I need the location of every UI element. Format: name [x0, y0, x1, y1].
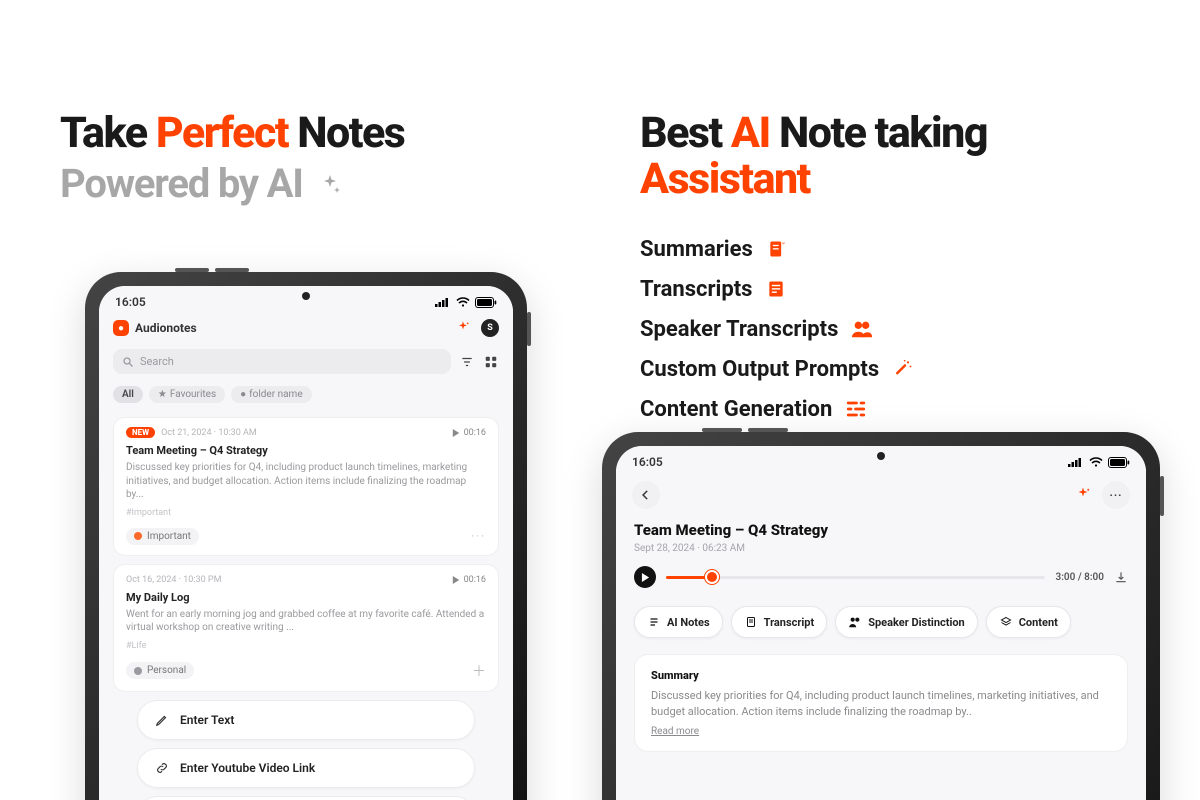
- wand-icon: [891, 357, 915, 381]
- note-body: Went for an early morning jog and grabbe…: [126, 608, 486, 635]
- chip-all[interactable]: All: [113, 386, 143, 403]
- play-button[interactable]: [634, 566, 656, 588]
- filter-icon[interactable]: [459, 354, 475, 370]
- action-upload-image[interactable]: Upload Image: [137, 796, 475, 800]
- app-brand: ● Audionotes: [113, 320, 197, 336]
- play-duration[interactable]: 00:16: [452, 575, 486, 585]
- audio-timestamp: 3:00 / 8:00: [1055, 572, 1104, 583]
- feature-content: Content Generation: [640, 397, 1200, 422]
- headline-right: Best AI Note taking: [640, 110, 1200, 156]
- note-title: My Daily Log: [126, 591, 486, 604]
- note-detail-title: Team Meeting – Q4 Strategy: [616, 517, 1146, 543]
- battery-icon: [475, 297, 497, 308]
- feature-list: Summaries Transcripts Speaker Transcript…: [640, 237, 1200, 422]
- note-tag[interactable]: Important: [126, 528, 199, 545]
- content-icon: [844, 397, 868, 421]
- subheadline-left: Powered by AI: [60, 160, 620, 207]
- headline-left: Take Perfect Notes: [60, 110, 620, 156]
- play-duration[interactable]: 00:16: [452, 428, 486, 438]
- folder-chip-icon: ●: [240, 389, 246, 400]
- headline-right-line2: Assistant: [640, 156, 1200, 202]
- tab-ai-notes[interactable]: AI Notes: [634, 606, 723, 638]
- note-body: Discussed key priorities for Q4, includi…: [126, 461, 486, 502]
- doc-icon: [744, 615, 758, 629]
- note-detail-date: Sept 28, 2024 · 06:23 AM: [616, 543, 1146, 554]
- sparkle-icon: [318, 173, 342, 197]
- summary-body: Discussed key priorities for Q4, includi…: [651, 688, 1111, 720]
- search-icon: [122, 356, 134, 368]
- new-badge: NEW: [126, 427, 155, 438]
- tab-transcript[interactable]: Transcript: [731, 606, 828, 638]
- wifi-icon: [456, 297, 470, 307]
- note-title: Team Meeting – Q4 Strategy: [126, 444, 486, 457]
- tab-speaker[interactable]: Speaker Distinction: [835, 606, 978, 638]
- feature-transcripts: Transcripts: [640, 277, 1200, 302]
- summary-heading: Summary: [651, 669, 1111, 682]
- note-card-1[interactable]: NEWOct 21, 2024 · 10:30 AM 00:16 Team Me…: [113, 417, 499, 556]
- action-enter-text[interactable]: Enter Text: [137, 700, 475, 740]
- stack-icon: [999, 615, 1013, 629]
- tablet-left: 16:05 ● Audionotes: [85, 272, 527, 800]
- read-more-link[interactable]: Read more: [651, 726, 699, 737]
- list-icon: [647, 615, 661, 629]
- summary-icon: [765, 237, 789, 261]
- sparkle-header-icon[interactable]: [455, 320, 471, 336]
- summary-card: Summary Discussed key priorities for Q4,…: [634, 654, 1128, 752]
- grid-view-icon[interactable]: [483, 354, 499, 370]
- chip-favourites[interactable]: ★Favourites: [149, 386, 225, 403]
- feature-speaker: Speaker Transcripts: [640, 317, 1200, 342]
- more-button[interactable]: ···: [1102, 481, 1130, 509]
- more-icon[interactable]: ···: [471, 530, 486, 543]
- note-hashtag: #Important: [126, 508, 486, 518]
- action-youtube[interactable]: Enter Youtube Video Link: [137, 748, 475, 788]
- note-card-2[interactable]: Oct 16, 2024 · 10:30 PM 00:16 My Daily L…: [113, 564, 499, 692]
- signal-icon: [435, 297, 451, 307]
- user-avatar[interactable]: S: [481, 319, 499, 337]
- feature-prompts: Custom Output Prompts: [640, 357, 1200, 382]
- link-icon: [154, 760, 170, 776]
- chip-folder[interactable]: ●folder name: [231, 386, 312, 403]
- add-icon[interactable]: ＋: [472, 661, 486, 681]
- audio-track[interactable]: [666, 576, 1045, 579]
- sparkle-header-icon[interactable]: [1074, 486, 1092, 504]
- pencil-icon: [154, 712, 170, 728]
- status-time: 16:05: [632, 455, 663, 469]
- feature-summaries: Summaries: [640, 237, 1200, 262]
- wifi-icon: [1089, 457, 1103, 467]
- people-icon: [848, 615, 862, 629]
- app-logo-icon: ●: [113, 320, 129, 336]
- tab-content[interactable]: Content: [986, 606, 1071, 638]
- tablet-right: 16:05 ··· Team M: [602, 432, 1160, 800]
- signal-icon: [1068, 457, 1084, 467]
- speakers-icon: [850, 317, 874, 341]
- star-icon: ★: [158, 389, 167, 400]
- status-time: 16:05: [115, 295, 146, 309]
- back-button[interactable]: [632, 481, 660, 509]
- search-input[interactable]: Search: [113, 349, 451, 374]
- download-icon[interactable]: [1114, 570, 1128, 584]
- transcript-icon: [764, 277, 788, 301]
- battery-icon: [1108, 457, 1130, 468]
- note-hashtag: #Life: [126, 641, 486, 651]
- note-tag[interactable]: Personal: [126, 662, 194, 679]
